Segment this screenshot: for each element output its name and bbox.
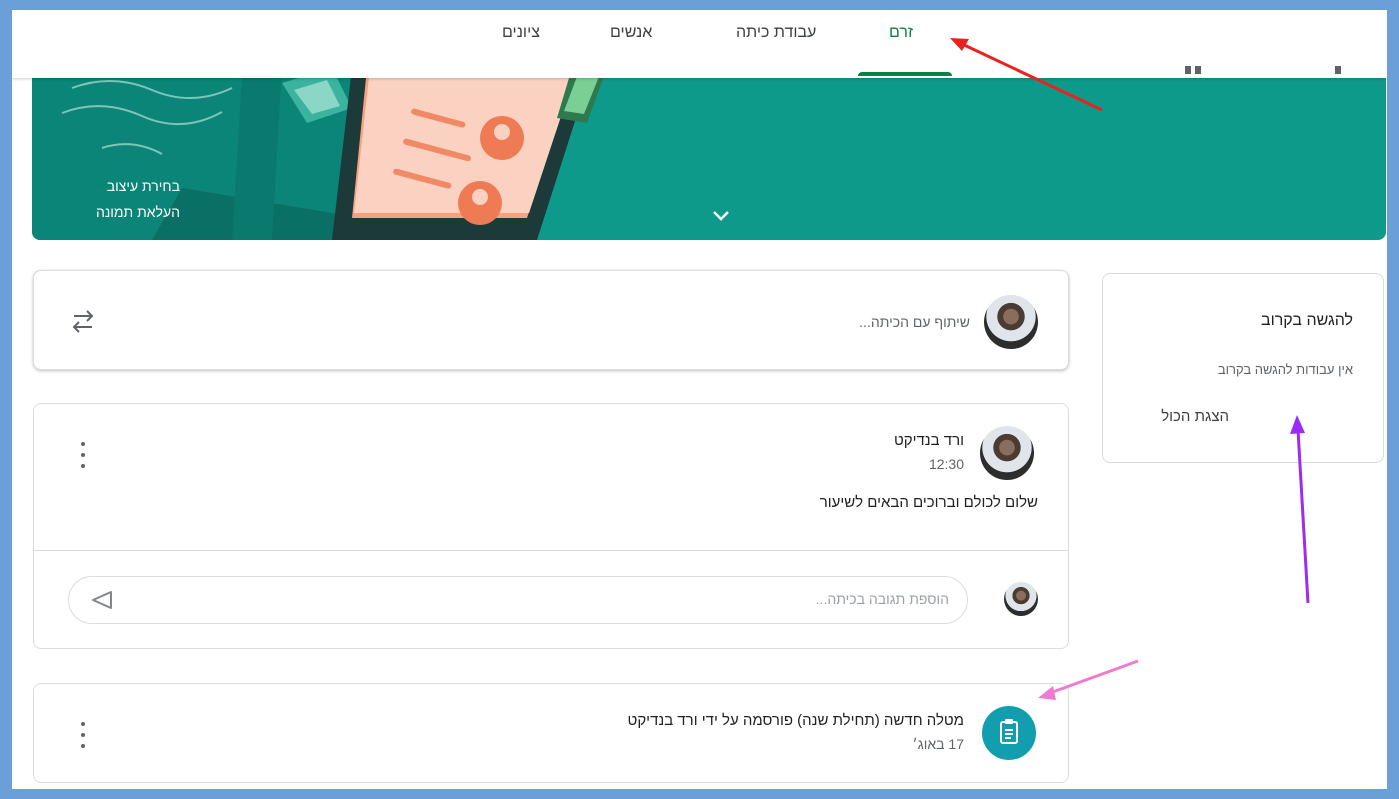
more-vert-icon[interactable] — [80, 442, 86, 468]
upcoming-heading: להגשה בקרוב — [1261, 312, 1353, 329]
classroom-window: ציונים אנשים עבודת כיתה זרם בחירת עיצוב … — [12, 10, 1387, 789]
upcoming-work-card: להגשה בקרוב אין עבודות להגשה בקרוב הצגת … — [1102, 273, 1384, 463]
active-tab-indicator — [858, 72, 952, 76]
assignment-icon — [982, 706, 1036, 760]
tab-grades[interactable]: ציונים — [502, 24, 540, 42]
share-placeholder[interactable]: שיתוף עם הכיתה... — [859, 314, 970, 330]
divider — [34, 550, 1068, 551]
tab-people[interactable]: אנשים — [610, 24, 652, 42]
commenter-avatar — [1004, 582, 1038, 616]
post-body: שלום לכולם וברוכים הבאים לשיעור — [819, 494, 1038, 511]
comment-input[interactable]: הוספת תגובה בכיתה... — [68, 576, 968, 624]
announcement-post-card: ורד בנדיקט 12:30 שלום לכולם וברוכים הבאי… — [33, 403, 1069, 649]
tab-stream[interactable]: זרם — [889, 24, 913, 42]
select-theme-link[interactable]: בחירת עיצוב — [32, 178, 180, 194]
upload-photo-link[interactable]: העלאת תמונה — [32, 204, 180, 220]
chevron-down-icon[interactable] — [712, 210, 730, 222]
post-author: ורד בנדיקט — [893, 432, 964, 449]
repost-icon[interactable] — [70, 307, 96, 335]
comment-placeholder: הוספת תגובה בכיתה... — [815, 591, 949, 607]
share-with-class-card[interactable]: שיתוף עם הכיתה... — [33, 270, 1069, 370]
assignment-post-card[interactable]: מטלה חדשה (תחילת שנה) פורסמה על ידי ורד … — [33, 683, 1069, 783]
assignment-title: מטלה חדשה (תחילת שנה) פורסמה על ידי ורד … — [627, 712, 964, 729]
class-banner: בחירת עיצוב העלאת תמונה — [32, 68, 1386, 240]
banner-illustration — [32, 68, 607, 240]
toolbar-icons-partial — [1177, 66, 1347, 76]
avatar — [984, 295, 1038, 349]
author-avatar — [980, 426, 1034, 480]
more-vert-icon[interactable] — [80, 722, 86, 748]
view-all-link[interactable]: הצגת הכול — [1161, 408, 1229, 425]
tab-classwork[interactable]: עבודת כיתה — [736, 24, 816, 42]
top-navigation-bar: ציונים אנשים עבודת כיתה זרם — [12, 10, 1387, 78]
upcoming-empty-text: אין עבודות להגשה בקרוב — [1217, 362, 1353, 377]
send-icon[interactable] — [91, 590, 113, 610]
assignment-date: 17 באוג׳ — [912, 736, 964, 752]
post-time: 12:30 — [928, 456, 964, 472]
